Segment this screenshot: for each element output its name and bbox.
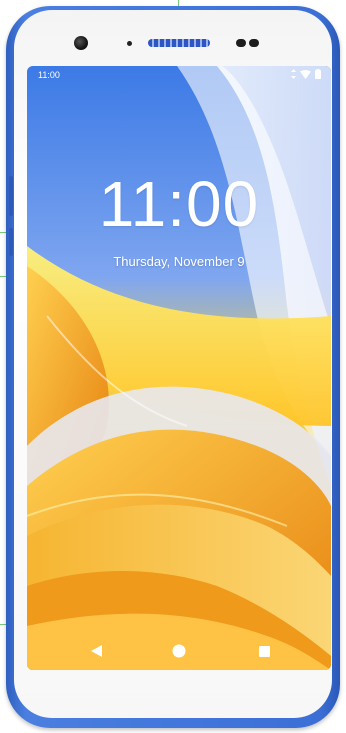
front-camera: [74, 36, 88, 50]
lock-clock: 11:00: [98, 168, 260, 240]
sensor-dot: [236, 39, 246, 47]
proximity-sensor: [127, 41, 132, 46]
side-key[interactable]: [9, 228, 13, 256]
battery-icon: [315, 69, 321, 79]
status-time: 11:00: [38, 70, 60, 80]
volume-button[interactable]: [9, 176, 13, 216]
navigation-bar: [27, 632, 331, 670]
recents-icon: [258, 645, 270, 657]
back-button[interactable]: [88, 643, 104, 659]
earpiece-speaker: [148, 39, 210, 47]
status-bar: 11:00: [27, 66, 331, 84]
status-icons: [291, 69, 321, 79]
home-button[interactable]: [171, 643, 187, 659]
sensor-dot: [249, 39, 259, 47]
recents-button[interactable]: [256, 643, 272, 659]
wallpaper: [27, 66, 331, 670]
wifi-icon: [300, 69, 311, 79]
lock-date: Thursday, November 9: [113, 254, 245, 269]
back-icon: [90, 645, 102, 657]
home-icon: [172, 644, 186, 658]
data-activity-icon: [291, 69, 296, 79]
lock-screen[interactable]: 11:00 11:00 Thursday, November 9: [27, 66, 331, 670]
